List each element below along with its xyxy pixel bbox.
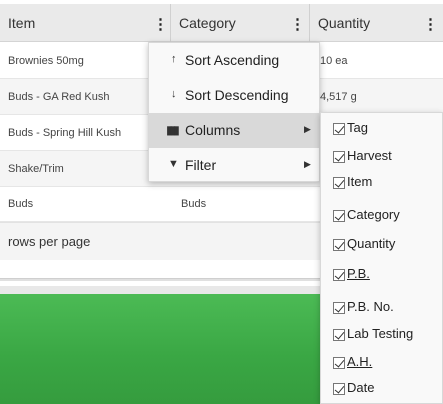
column-header-category[interactable]: Category ⋮ [171, 4, 309, 42]
column-header-label: Item [8, 15, 36, 31]
chevron-right-icon: ▶ [304, 124, 311, 134]
grid-header-row: Item ⋮ Category ⋮ Quantity ⋮ [0, 4, 443, 42]
column-toggle-label: P.B. [347, 266, 370, 281]
checkbox[interactable] [333, 357, 345, 369]
column-toggle-date[interactable]: Date [333, 379, 443, 401]
column-toggle-category[interactable]: Category [333, 206, 443, 228]
cell-item: Buds - GA Red Kush [8, 91, 110, 103]
menu-item-filter[interactable]: ▼ Filter ▶ [149, 148, 319, 183]
chevron-right-icon: ▶ [304, 159, 311, 169]
checkbox[interactable] [333, 210, 345, 222]
column-toggle-item[interactable]: Item [333, 173, 443, 195]
cell-quantity: 10 ea [320, 55, 348, 67]
checkbox[interactable] [333, 239, 345, 251]
column-toggle-pb[interactable]: P.B. [333, 265, 443, 287]
menu-item-columns[interactable]: ▮▮▮ Columns ▶ [149, 113, 319, 148]
column-toggle-ah[interactable]: A.H. [333, 353, 443, 375]
menu-item-label: Sort Descending [185, 87, 289, 103]
cell-item: Brownies 50mg [8, 55, 84, 67]
column-toggle-harvest[interactable]: Harvest [333, 147, 443, 169]
filter-icon: ▼ [168, 158, 179, 170]
column-toggle-quantity[interactable]: Quantity [333, 235, 443, 257]
column-header-item[interactable]: Item ⋮ [0, 4, 170, 42]
column-menu: ↑ Sort Ascending ↓ Sort Descending ▮▮▮ C… [148, 42, 320, 182]
menu-item-label: Columns [185, 122, 241, 138]
cell-item: Buds - Spring Hill Kush [8, 127, 122, 139]
divider [0, 278, 330, 281]
rows-per-page-label: rows per page [8, 234, 91, 249]
checkbox[interactable] [333, 269, 345, 281]
cell-item: Shake/Trim [8, 163, 64, 175]
column-toggle-pb-no[interactable]: P.B. No. [333, 298, 443, 320]
column-header-quantity[interactable]: Quantity ⋮ [310, 4, 443, 42]
column-toggle-label: P.B. No. [347, 299, 394, 314]
checkbox[interactable] [333, 123, 345, 135]
columns-submenu: Tag Harvest Item Category Quantity P.B. … [320, 112, 443, 404]
column-header-label: Category [179, 15, 236, 31]
checkbox[interactable] [333, 302, 345, 314]
column-toggle-label: Tag [347, 120, 368, 135]
column-toggle-label: Category [347, 207, 400, 222]
column-toggle-lab-testing[interactable]: Lab Testing [333, 325, 443, 347]
column-toggle-label: Date [347, 380, 375, 395]
menu-item-label: Sort Ascending [185, 52, 280, 68]
checkbox[interactable] [333, 151, 345, 163]
checkbox[interactable] [333, 383, 345, 395]
column-toggle-label: Item [347, 174, 373, 189]
cell-quantity: 4,517 g [320, 91, 357, 103]
menu-item-label: Filter [185, 157, 217, 173]
menu-item-sort-descending[interactable]: ↓ Sort Descending [149, 78, 319, 113]
column-toggle-label: Harvest [347, 148, 392, 163]
column-toggle-tag[interactable]: Tag [333, 119, 443, 141]
column-toggle-label: Lab Testing [347, 326, 414, 341]
arrow-down-icon: ↓ [171, 88, 177, 100]
column-menu-icon[interactable]: ⋮ [423, 15, 438, 33]
column-menu-icon[interactable]: ⋮ [153, 15, 168, 33]
menu-item-sort-ascending[interactable]: ↑ Sort Ascending [149, 43, 319, 78]
checkbox[interactable] [333, 329, 345, 341]
column-toggle-label: Quantity [347, 236, 396, 251]
column-toggle-label: A.H. [347, 354, 373, 369]
column-menu-icon[interactable]: ⋮ [290, 15, 305, 33]
cell-item: Buds [8, 198, 34, 210]
column-header-label: Quantity [318, 15, 371, 31]
columns-icon: ▮▮▮ [166, 123, 180, 137]
arrow-up-icon: ↑ [171, 53, 177, 65]
cell-category: Buds [181, 198, 207, 210]
checkbox[interactable] [333, 177, 345, 189]
